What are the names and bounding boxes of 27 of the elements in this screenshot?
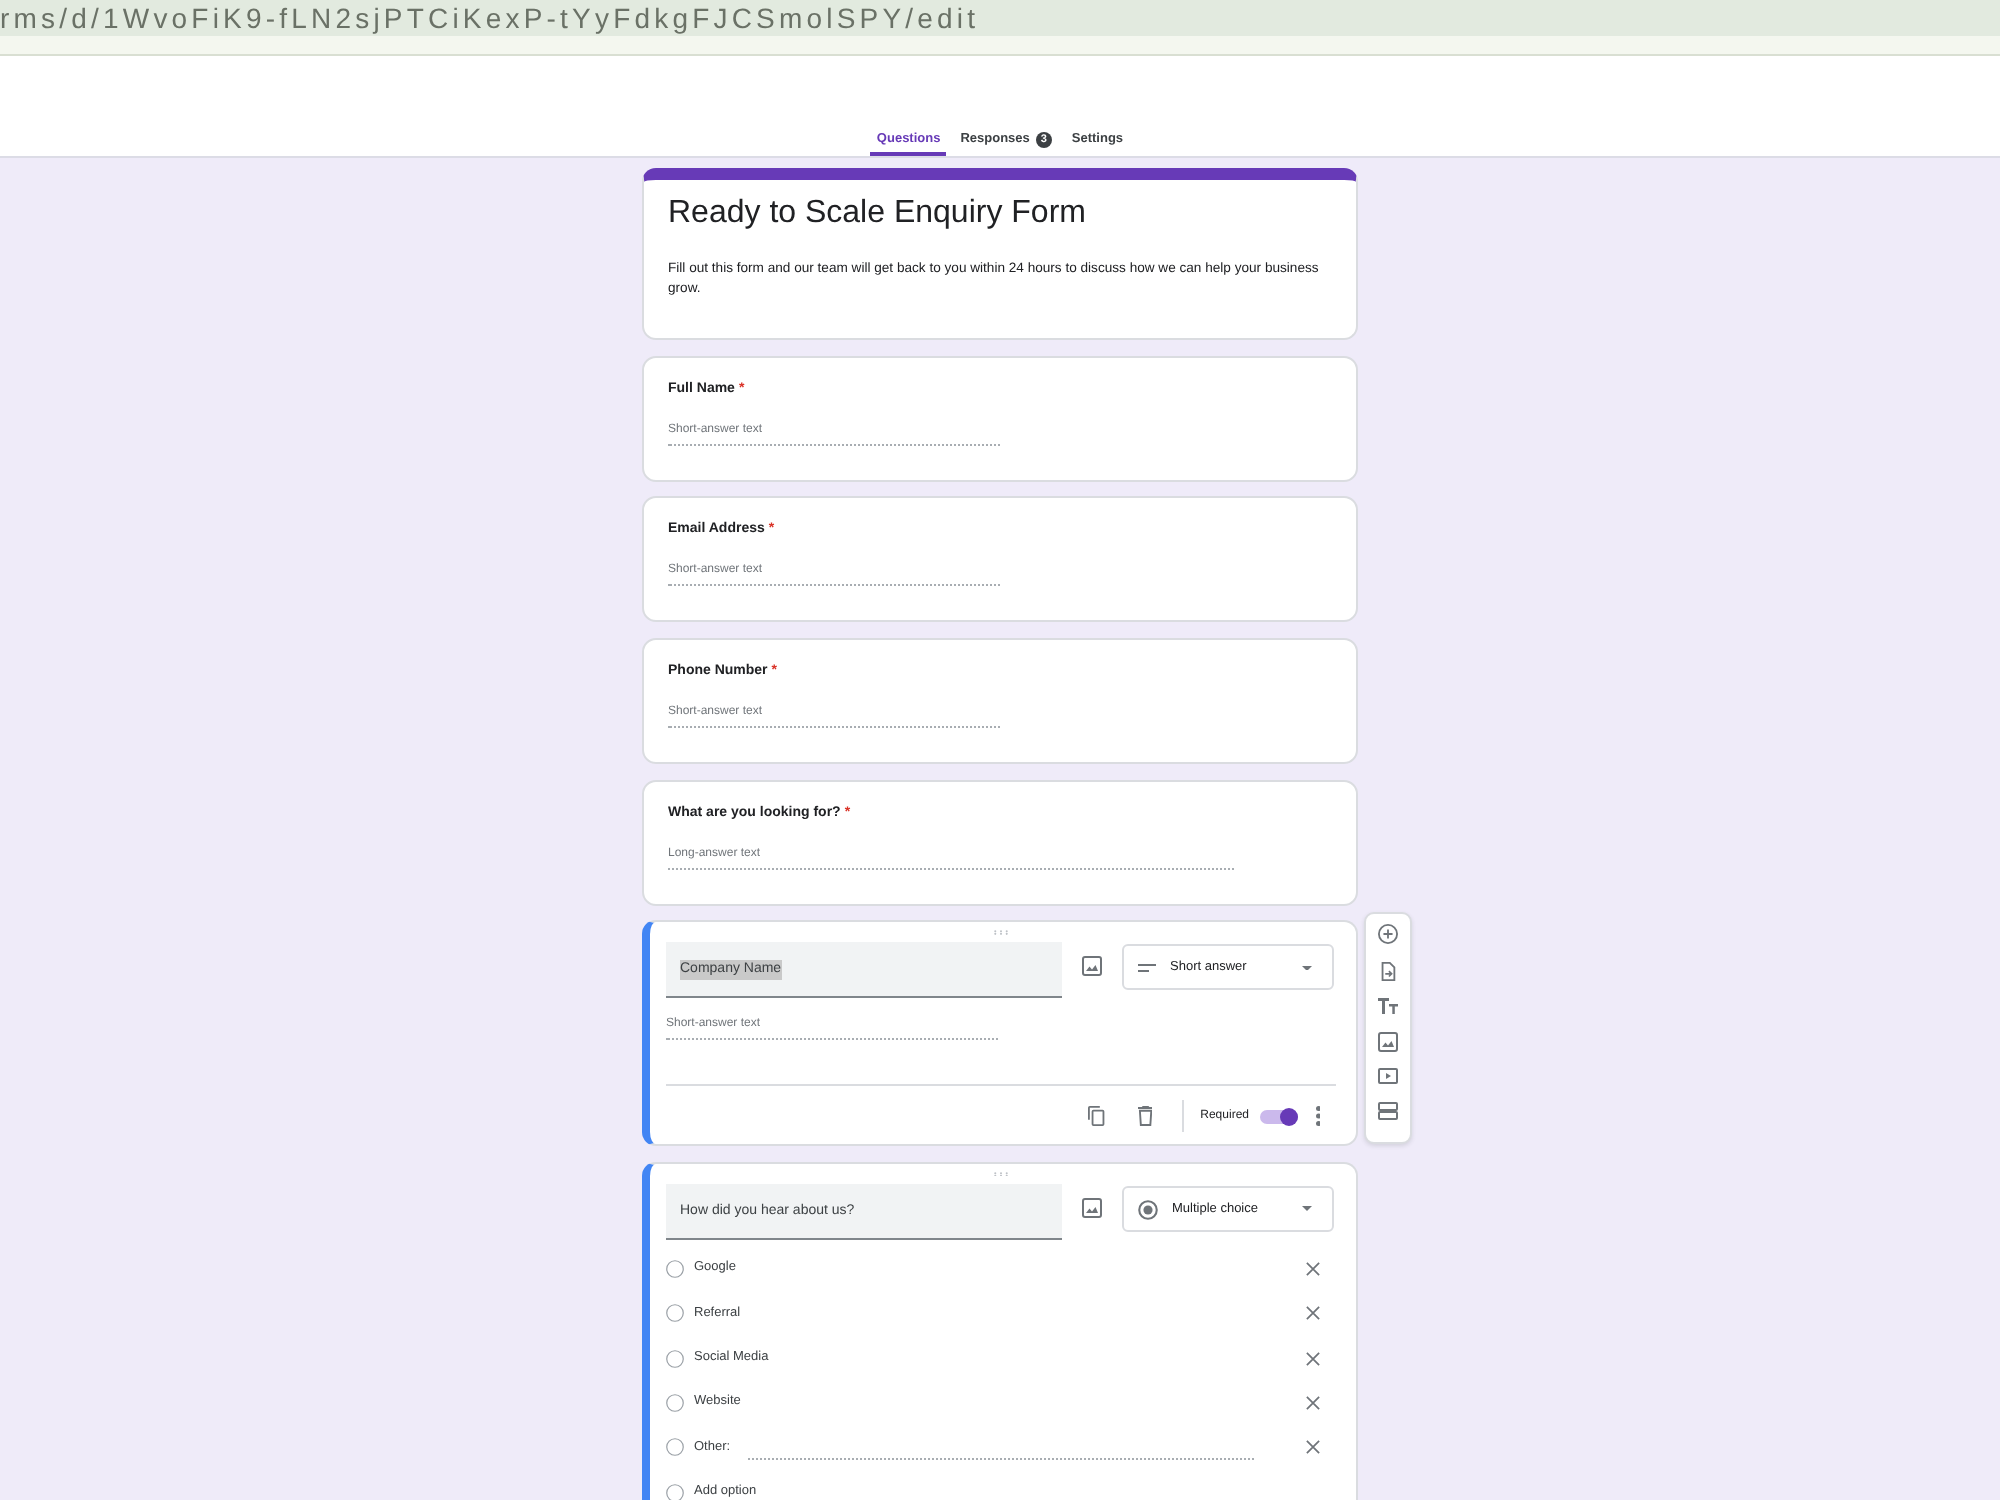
- close-icon[interactable]: [1306, 1351, 1320, 1366]
- document-arrow-icon[interactable]: [1378, 961, 1398, 982]
- copy-icon[interactable]: [1088, 1106, 1106, 1127]
- caret-icon: [1302, 965, 1312, 971]
- plus-circle-icon[interactable]: [1378, 924, 1398, 945]
- trash-icon[interactable]: [1137, 1106, 1153, 1127]
- text-icon[interactable]: [1378, 998, 1398, 1015]
- image-icon[interactable]: [1082, 1198, 1102, 1219]
- radio-dot-icon: [1138, 1199, 1158, 1220]
- stacked-boxes-icon[interactable]: [1378, 1101, 1398, 1120]
- close-icon[interactable]: [1306, 1440, 1320, 1455]
- form-title: Ready to Scale Enquiry Form: [668, 194, 1088, 234]
- video-icon[interactable]: [1378, 1068, 1398, 1085]
- image-icon[interactable]: [1378, 1031, 1398, 1052]
- more-vert-icon[interactable]: [1315, 1106, 1320, 1127]
- short-text-lines-icon: [1138, 963, 1156, 972]
- radio-circle-icon: [666, 1304, 684, 1323]
- close-icon[interactable]: [1306, 1306, 1320, 1321]
- close-icon[interactable]: [1306, 1261, 1320, 1276]
- image-icon[interactable]: [1082, 956, 1102, 977]
- radio-circle-icon: [666, 1438, 684, 1457]
- radio-circle-icon: [666, 1393, 684, 1412]
- radio-circle-icon: [666, 1259, 684, 1278]
- radio-circle-icon: [666, 1349, 684, 1368]
- close-icon[interactable]: [1306, 1395, 1320, 1410]
- caret-icon: [1302, 1206, 1312, 1212]
- required-toggle[interactable]: [1259, 1107, 1297, 1126]
